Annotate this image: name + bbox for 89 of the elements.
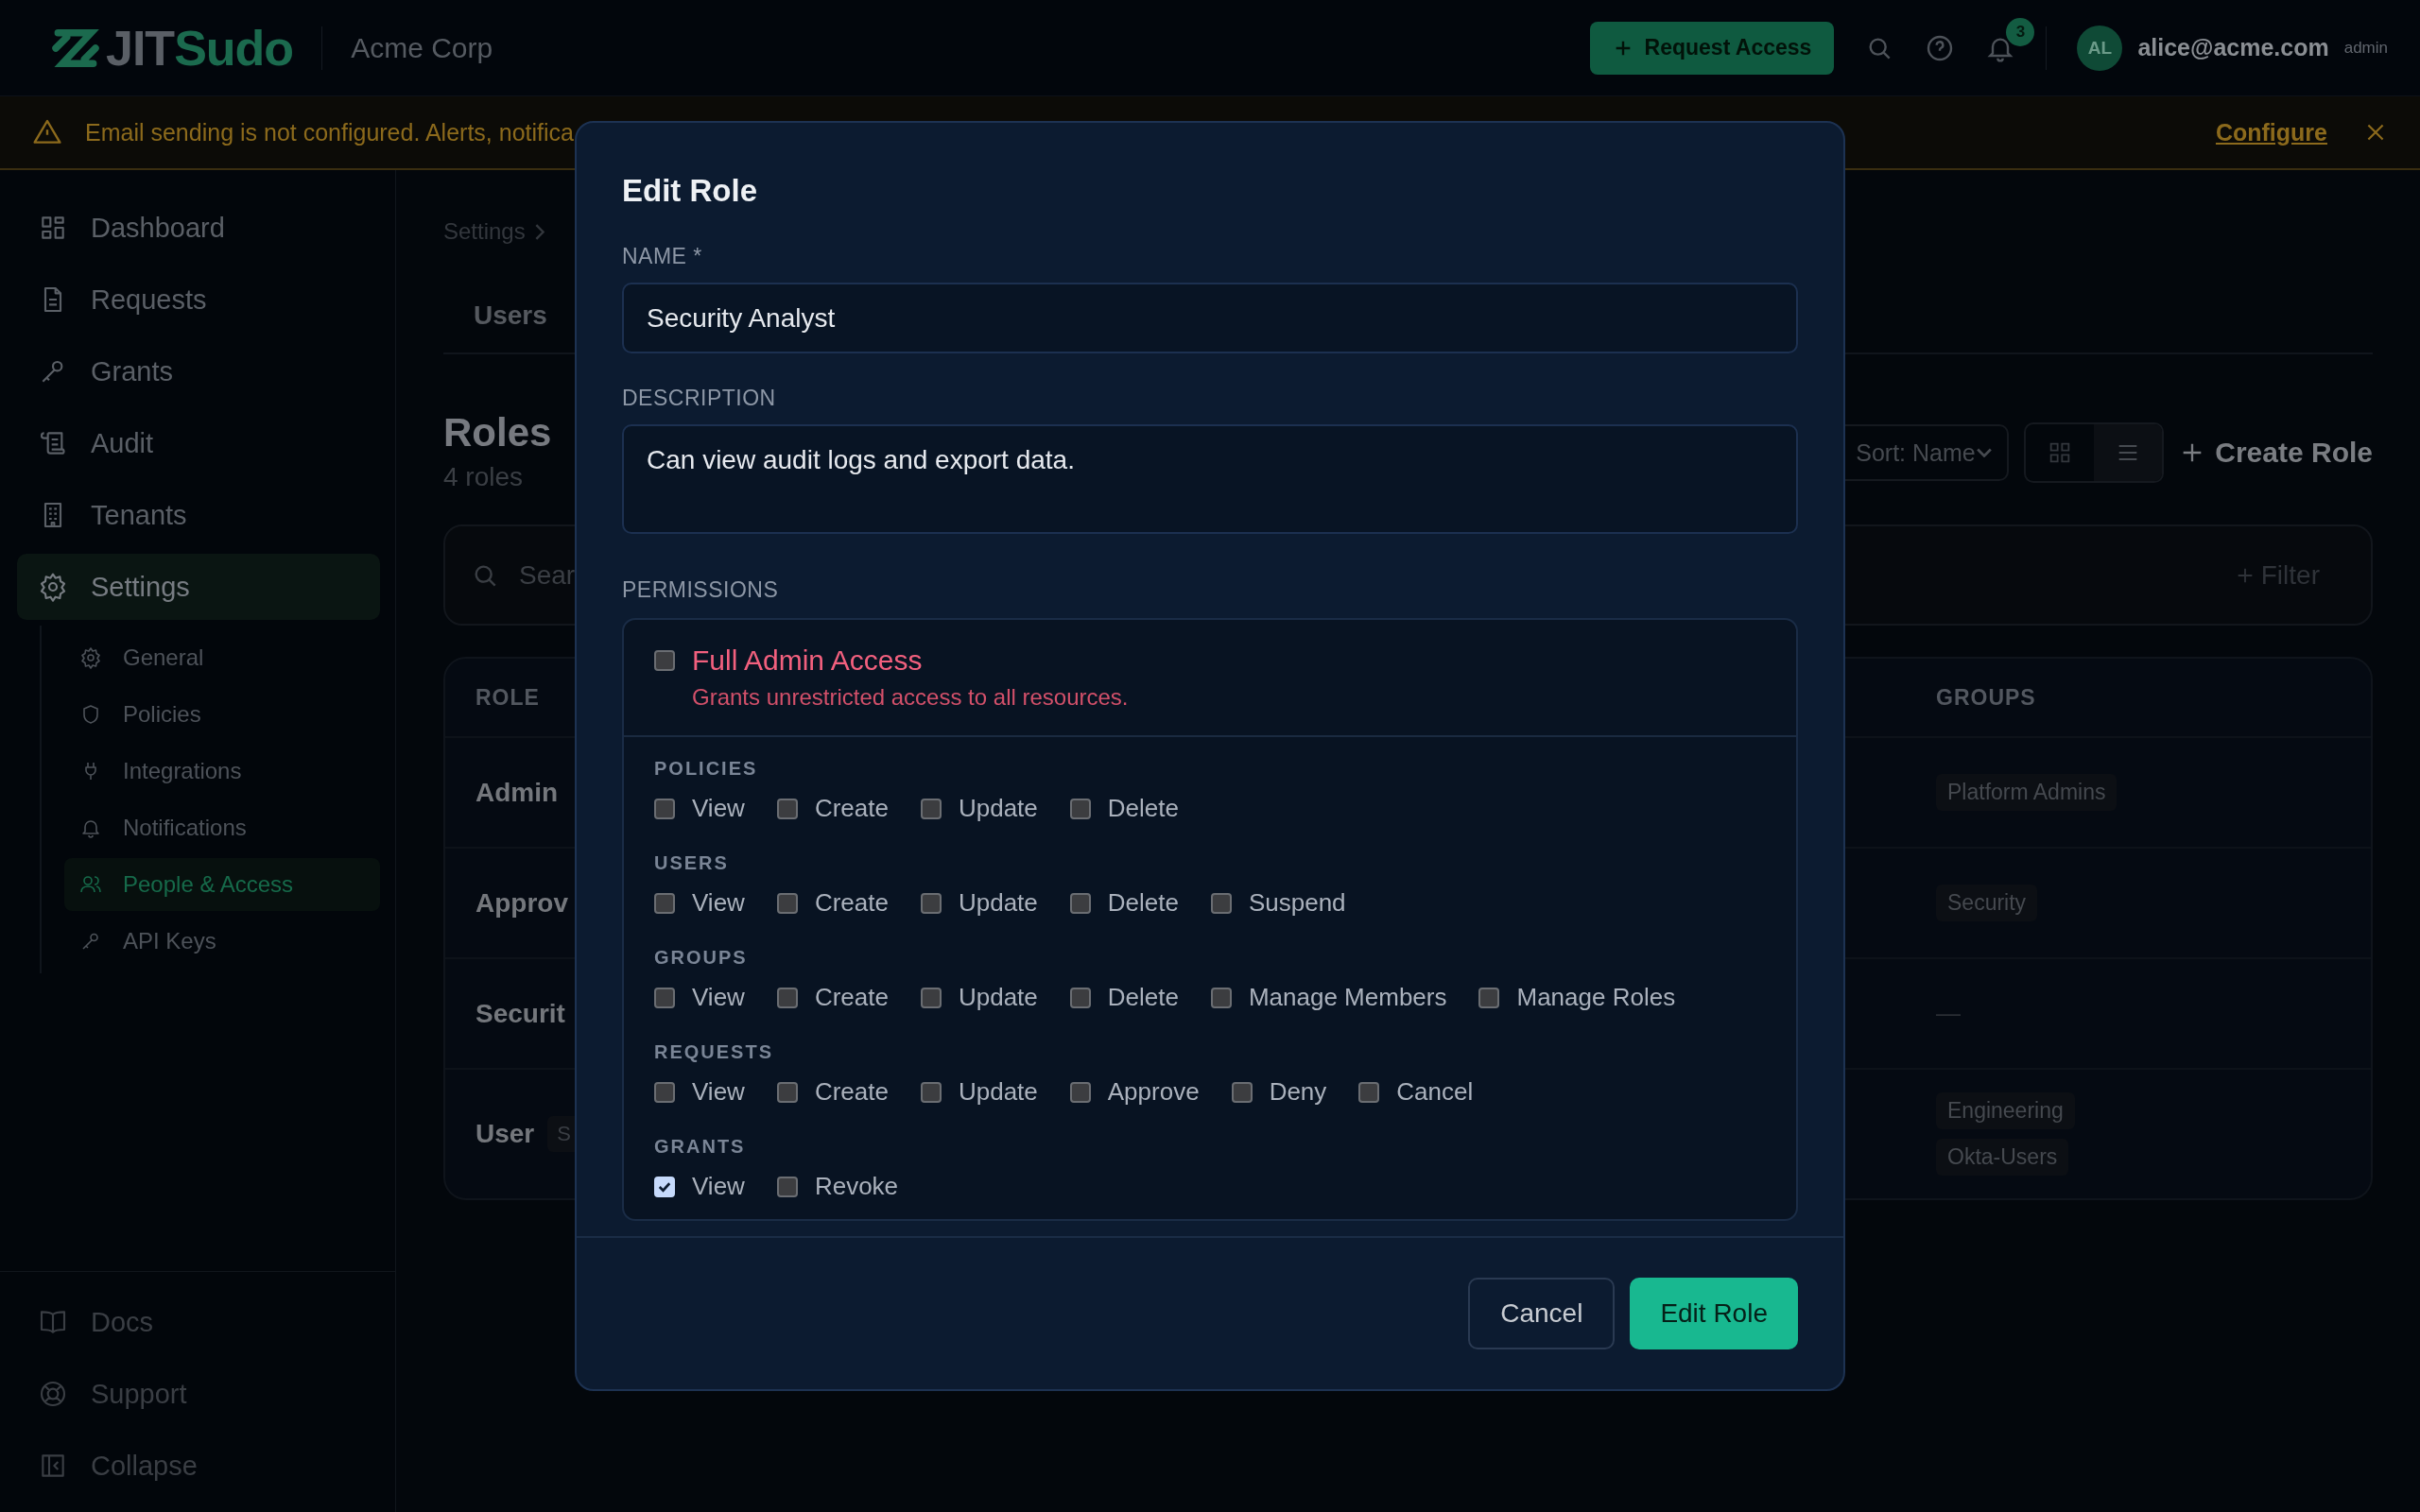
checkbox[interactable] — [654, 892, 675, 914]
checkbox[interactable] — [776, 1081, 798, 1103]
cancel-button[interactable]: Cancel — [1468, 1278, 1616, 1349]
checkbox-label[interactable]: Manage Roles — [1516, 983, 1676, 1012]
checkbox-label[interactable]: Manage Members — [1248, 983, 1447, 1012]
warning-text: Grants unrestricted access to all resources. — [692, 684, 1130, 711]
configure-link[interactable]: Configure — [2215, 118, 2327, 146]
checkbox[interactable] — [1210, 987, 1232, 1008]
settings-icon — [79, 646, 102, 669]
role-name: Admin — [475, 777, 559, 808]
checkbox[interactable] — [776, 798, 798, 819]
settings-icon — [38, 572, 68, 602]
logo-text: JITSudo — [106, 19, 294, 77]
checkbox[interactable] — [920, 1081, 942, 1103]
description-field[interactable]: Can view audit logs and export data. — [622, 424, 1798, 534]
checkbox-label[interactable]: Update — [958, 794, 1038, 823]
checkbox-label[interactable]: View — [692, 1077, 745, 1107]
banner-message: Email sending is not configured. Alerts, notifica — [85, 118, 574, 146]
checkbox[interactable] — [1231, 1081, 1253, 1103]
checkbox-label[interactable]: Create — [814, 888, 889, 918]
role-name: Approv — [475, 887, 568, 919]
checkbox-label[interactable]: View — [692, 983, 745, 1012]
checkbox[interactable] — [920, 987, 942, 1008]
checkbox-label[interactable]: Delete — [1107, 983, 1179, 1012]
organization-name: Acme Corp — [321, 26, 493, 70]
section-label: POLICIES — [654, 757, 759, 781]
checkbox-label[interactable]: Update — [958, 983, 1038, 1012]
section-label: GROUPS — [654, 946, 749, 970]
field-label: PERMISSIONS — [622, 577, 780, 603]
list-view-icon[interactable] — [2094, 424, 2163, 481]
checkbox-label[interactable]: Suspend — [1248, 888, 1346, 918]
checkbox-label[interactable]: Approve — [1107, 1077, 1200, 1107]
checkbox[interactable] — [1069, 892, 1091, 914]
checkbox[interactable] — [920, 798, 942, 819]
checkbox-label[interactable]: Cancel — [1396, 1077, 1474, 1107]
checkbox-label[interactable]: Update — [958, 888, 1038, 918]
user-email: alice@acme.com — [2137, 34, 2329, 61]
role-name: Securit — [475, 998, 565, 1029]
checkbox-label[interactable]: Full Admin Access — [692, 644, 923, 677]
checkbox[interactable] — [920, 892, 942, 914]
checkbox[interactable] — [654, 987, 675, 1008]
user-role: admin — [2343, 38, 2388, 58]
group-tag: Okta-Users — [1936, 1139, 2069, 1176]
checkbox[interactable] — [776, 987, 798, 1008]
checkbox[interactable] — [654, 650, 675, 671]
checkbox[interactable] — [1069, 987, 1091, 1008]
dialog-title: Edit Role — [622, 172, 758, 210]
checkbox[interactable] — [776, 892, 798, 914]
create-role-button[interactable]: Create Role — [2179, 437, 2373, 469]
group-tag: Engineering — [1936, 1092, 2075, 1129]
section-label: REQUESTS — [654, 1040, 775, 1064]
checkbox-label[interactable]: Delete — [1107, 888, 1179, 918]
checkbox-label[interactable]: Update — [958, 1077, 1038, 1107]
checkbox[interactable] — [1358, 1081, 1380, 1103]
notification-badge: 3 — [2006, 17, 2035, 46]
page-title: Roles — [443, 409, 552, 456]
checkbox[interactable] — [1210, 892, 1232, 914]
checkbox-label[interactable]: Revoke — [814, 1172, 899, 1201]
checkbox-label[interactable]: Create — [814, 1077, 889, 1107]
checkbox-label[interactable]: View — [692, 1172, 745, 1201]
checkbox[interactable] — [1069, 1081, 1091, 1103]
field-label: NAME * — [622, 244, 703, 269]
checkbox-label[interactable]: View — [692, 794, 745, 823]
name-field[interactable]: Security Analyst — [622, 283, 1798, 353]
group-tag: Platform Admins — [1936, 774, 2118, 811]
empty-groups-text: — — [1936, 999, 1961, 1028]
chevron-down-icon — [1977, 448, 1993, 457]
checkbox[interactable] — [654, 798, 675, 819]
role-name: User — [475, 1119, 535, 1149]
sidebar-item[interactable]: Settings — [17, 554, 380, 620]
checkbox-label[interactable]: Deny — [1269, 1077, 1327, 1107]
lifebuoy-icon — [38, 1379, 68, 1409]
column-header: ROLE — [475, 684, 540, 711]
checkbox[interactable] — [1069, 798, 1091, 819]
field-label: DESCRIPTION — [622, 386, 777, 411]
checkbox[interactable] — [654, 1081, 675, 1103]
column-header: GROUPS — [1936, 684, 2036, 711]
role-count: 4 roles — [443, 462, 525, 492]
checkbox-label[interactable]: Delete — [1107, 794, 1179, 823]
checkbox-label[interactable]: Create — [814, 983, 889, 1012]
submit-button[interactable]: Edit Role — [1630, 1278, 1798, 1349]
section-label: GRANTS — [654, 1135, 747, 1159]
chevron-right-icon — [534, 223, 544, 240]
checkbox[interactable] — [1478, 987, 1500, 1008]
section-label: USERS — [654, 851, 730, 875]
checkbox-label[interactable]: Create — [814, 794, 889, 823]
group-tag: Security — [1936, 885, 2038, 921]
checkbox-label[interactable]: View — [692, 888, 745, 918]
checkbox[interactable] — [776, 1176, 798, 1197]
